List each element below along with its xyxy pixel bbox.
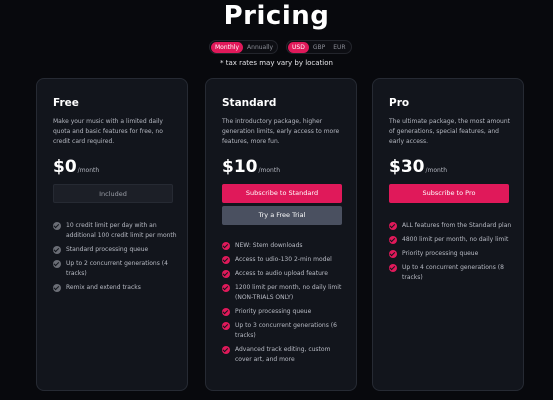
list-item: Access to udio-130 2-min model xyxy=(222,255,348,265)
price-amount: $10 xyxy=(222,157,258,177)
check-circle-icon xyxy=(53,284,61,292)
list-item: Up to 3 concurrent generations (6 tracks… xyxy=(222,321,348,341)
list-item: Standard processing queue xyxy=(53,245,179,255)
feature-text: NEW: Stem downloads xyxy=(235,242,303,249)
feature-text: Up to 3 concurrent generations (6 tracks… xyxy=(235,322,337,339)
gbp-option[interactable]: GBP xyxy=(309,42,329,53)
check-circle-icon xyxy=(222,284,230,292)
feature-text: Access to audio upload feature xyxy=(235,270,328,277)
check-circle-icon xyxy=(389,250,397,258)
currency-toggle[interactable]: USD GBP EUR xyxy=(286,40,352,54)
list-item: Access to audio upload feature xyxy=(222,269,348,279)
feature-list: 10 credit limit per day with an addition… xyxy=(53,221,179,297)
plan-description: Make your music with a limited daily quo… xyxy=(53,118,163,145)
feature-list: NEW: Stem downloads Access to udio-130 2… xyxy=(222,241,348,369)
plan-card-pro: Pro The ultimate package, the most amoun… xyxy=(372,78,524,391)
monthly-option[interactable]: Monthly xyxy=(211,41,244,53)
plan-description: The ultimate package, the most amount of… xyxy=(389,118,510,145)
plan-price: $0 /month xyxy=(53,157,99,177)
included-button: Included xyxy=(53,184,173,203)
check-circle-icon xyxy=(53,222,61,230)
feature-text: 1200 limit per month, no daily limit (NO… xyxy=(235,284,342,301)
feature-text: Access to udio-130 2-min model xyxy=(235,256,332,263)
feature-text: 10 credit limit per day with an addition… xyxy=(66,222,177,239)
check-circle-icon xyxy=(222,270,230,278)
subscribe-pro-button[interactable]: Subscribe to Pro xyxy=(389,184,509,203)
check-circle-icon xyxy=(389,236,397,244)
check-circle-icon xyxy=(222,346,230,354)
billing-period-toggle[interactable]: Monthly Annually xyxy=(209,40,278,54)
check-circle-icon xyxy=(389,222,397,230)
annually-option[interactable]: Annually xyxy=(243,42,277,53)
check-circle-icon xyxy=(53,260,61,268)
check-circle-icon xyxy=(222,242,230,250)
feature-text: Priority processing queue xyxy=(235,308,312,315)
free-trial-button[interactable]: Try a Free Trial xyxy=(222,206,342,225)
plan-card-standard: Standard The introductory package, highe… xyxy=(205,78,357,391)
feature-text: ALL features from the Standard plan xyxy=(402,222,512,229)
subscribe-standard-button[interactable]: Subscribe to Standard xyxy=(222,184,342,203)
price-period: /month xyxy=(425,167,448,174)
usd-option[interactable]: USD xyxy=(288,41,309,53)
check-circle-icon xyxy=(222,322,230,330)
list-item: Priority processing queue xyxy=(222,307,348,317)
list-item: Up to 2 concurrent generations (4 tracks… xyxy=(53,259,179,279)
price-period: /month xyxy=(258,167,281,174)
feature-text: 4800 limit per month, no daily limit xyxy=(402,236,509,243)
check-circle-icon xyxy=(222,308,230,316)
feature-text: Up to 2 concurrent generations (4 tracks… xyxy=(66,260,168,277)
price-amount: $0 xyxy=(53,157,77,177)
list-item: 10 credit limit per day with an addition… xyxy=(53,221,179,241)
price-period: /month xyxy=(77,167,100,174)
feature-text: Priority processing queue xyxy=(402,250,479,257)
feature-text: Remix and extend tracks xyxy=(66,284,141,291)
list-item: 4800 limit per month, no daily limit xyxy=(389,235,515,245)
list-item: NEW: Stem downloads xyxy=(222,241,348,251)
check-circle-icon xyxy=(53,246,61,254)
list-item: Advanced track editing, custom cover art… xyxy=(222,345,348,365)
check-circle-icon xyxy=(389,264,397,272)
plan-card-free: Free Make your music with a limited dail… xyxy=(36,78,188,391)
plan-name: Free xyxy=(53,97,79,109)
price-amount: $30 xyxy=(389,157,425,177)
list-item: Up to 4 concurrent generations (8 tracks… xyxy=(389,263,515,283)
list-item: ALL features from the Standard plan xyxy=(389,221,515,231)
plan-description: The introductory package, higher generat… xyxy=(222,118,340,145)
plan-price: $10 /month xyxy=(222,157,280,177)
page-title: Pricing xyxy=(223,1,330,31)
list-item: Remix and extend tracks xyxy=(53,283,179,293)
feature-text: Up to 4 concurrent generations (8 tracks… xyxy=(402,264,504,281)
tax-note: * tax rates may vary by location xyxy=(220,59,333,67)
plan-name: Standard xyxy=(222,97,277,109)
feature-text: Standard processing queue xyxy=(66,246,149,253)
eur-option[interactable]: EUR xyxy=(329,42,349,53)
feature-list: ALL features from the Standard plan 4800… xyxy=(389,221,515,287)
check-circle-icon xyxy=(222,256,230,264)
plan-price: $30 /month xyxy=(389,157,447,177)
list-item: 1200 limit per month, no daily limit (NO… xyxy=(222,283,348,303)
plan-name: Pro xyxy=(389,97,410,109)
list-item: Priority processing queue xyxy=(389,249,515,259)
feature-text: Advanced track editing, custom cover art… xyxy=(235,346,331,363)
